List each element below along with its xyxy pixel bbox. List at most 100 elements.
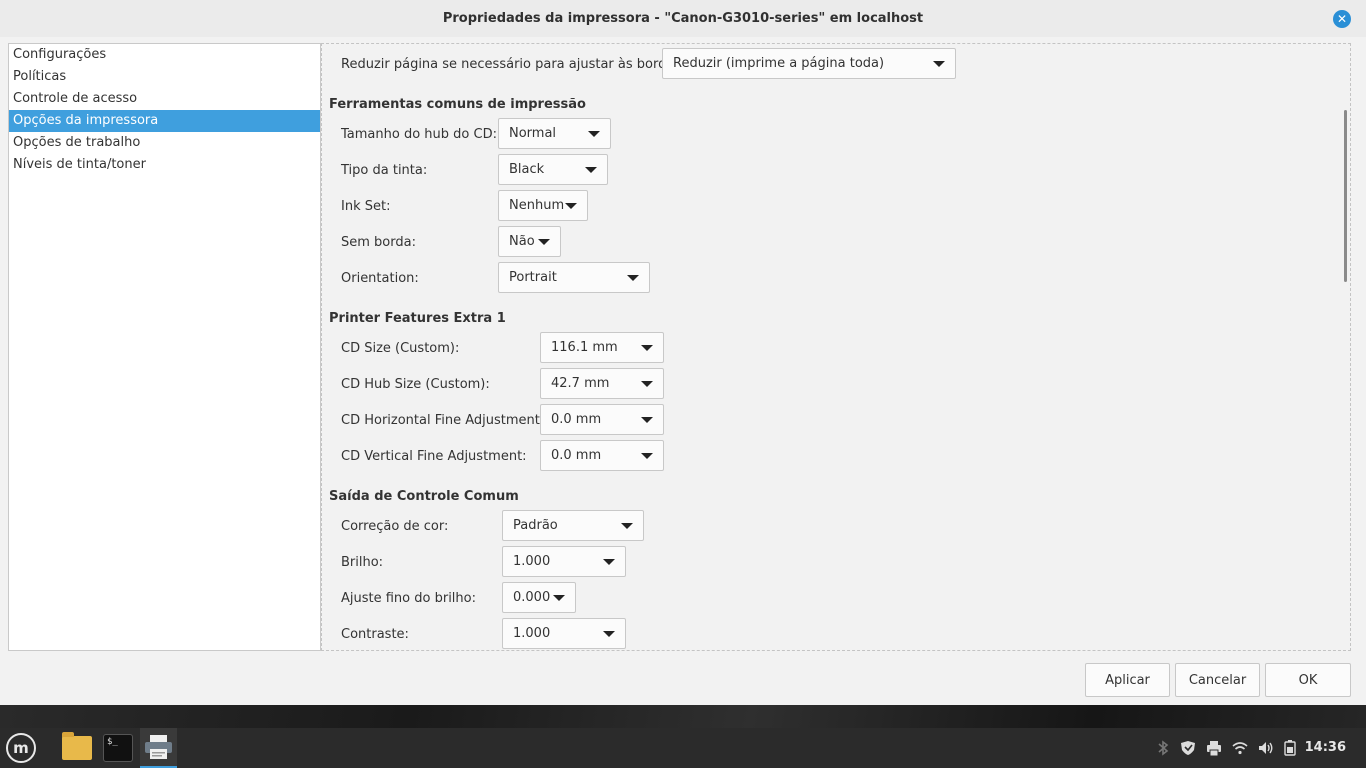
- taskbar: m $_ 14:36: [0, 728, 1366, 768]
- sidebar-item-settings[interactable]: Configurações: [9, 44, 320, 66]
- reduce-page-label: Reduzir página se necessário para ajusta…: [341, 56, 686, 72]
- cd-hub-value: Normal: [509, 126, 557, 141]
- cd-hub-size-label: CD Hub Size (Custom):: [341, 376, 490, 392]
- brightness-fine-row: Ajuste fino do brilho:: [341, 582, 476, 614]
- system-tray: [1156, 728, 1306, 768]
- chevron-down-icon: [565, 203, 577, 209]
- borderless-row: Sem borda:: [341, 226, 416, 258]
- ink-set-dropdown[interactable]: Nenhum: [498, 190, 588, 221]
- chevron-down-icon: [933, 61, 945, 67]
- battery-icon[interactable]: [1284, 740, 1296, 756]
- ink-set-label: Ink Set:: [341, 198, 391, 214]
- cd-size-value: 116.1 mm: [551, 340, 618, 355]
- brightness-fine-value: 0.000: [513, 590, 551, 605]
- ink-set-row: Ink Set:: [341, 190, 390, 222]
- clock[interactable]: 14:36: [1305, 728, 1346, 768]
- printer-task-button[interactable]: [140, 728, 177, 768]
- ok-button[interactable]: OK: [1265, 663, 1351, 697]
- cd-horizontal-adjust-label: CD Horizontal Fine Adjustment:: [341, 412, 545, 428]
- contrast-value: 1.000: [513, 626, 551, 641]
- vertical-scrollbar[interactable]: [1344, 110, 1347, 282]
- cd-hub-row: Tamanho do hub do CD:: [341, 118, 497, 150]
- chevron-down-icon: [641, 453, 653, 459]
- title-bar[interactable]: Propriedades da impressora - "Canon-G301…: [0, 0, 1366, 37]
- ink-type-dropdown[interactable]: Black: [498, 154, 608, 185]
- cd-size-label: CD Size (Custom):: [341, 340, 460, 356]
- brightness-fine-label: Ajuste fino do brilho:: [341, 590, 476, 606]
- section-common-tools: Ferramentas comuns de impressão: [329, 97, 586, 112]
- orientation-dropdown[interactable]: Portrait: [498, 262, 650, 293]
- chevron-down-icon: [641, 345, 653, 351]
- brightness-label: Brilho:: [341, 554, 384, 570]
- brightness-dropdown[interactable]: 1.000: [502, 546, 626, 577]
- section-printer-features-extra: Printer Features Extra 1: [329, 311, 506, 326]
- cancel-button[interactable]: Cancelar: [1175, 663, 1260, 697]
- brightness-value: 1.000: [513, 554, 551, 569]
- cd-hub-size-dropdown[interactable]: 42.7 mm: [540, 368, 664, 399]
- printer-properties-window: Propriedades da impressora - "Canon-G301…: [0, 0, 1366, 705]
- printer-tray-icon[interactable]: [1206, 740, 1222, 756]
- cd-vertical-adjust-dropdown[interactable]: 0.0 mm: [540, 440, 664, 471]
- sidebar-item-job-options[interactable]: Opções de trabalho: [9, 132, 320, 154]
- shield-icon[interactable]: [1180, 740, 1196, 756]
- ink-type-value: Black: [509, 162, 545, 177]
- contrast-dropdown[interactable]: 1.000: [502, 618, 626, 649]
- contrast-row: Contraste:: [341, 618, 409, 650]
- contrast-label: Contraste:: [341, 626, 409, 642]
- chevron-down-icon: [588, 131, 600, 137]
- color-correction-row: Correção de cor:: [341, 510, 448, 542]
- wifi-icon[interactable]: [1232, 741, 1248, 755]
- sidebar-item-ink-levels[interactable]: Níveis de tinta/toner: [9, 154, 320, 176]
- cd-size-row: CD Size (Custom):: [341, 332, 459, 364]
- ink-type-label: Tipo da tinta:: [341, 162, 428, 178]
- chevron-down-icon: [641, 417, 653, 423]
- ink-set-value: Nenhum: [509, 198, 565, 213]
- borderless-value: Não: [509, 234, 535, 249]
- orientation-value: Portrait: [509, 270, 557, 285]
- cd-vertical-adjust-label: CD Vertical Fine Adjustment:: [341, 448, 527, 464]
- menu-logo-icon[interactable]: m: [6, 733, 36, 763]
- cd-vertical-adjust-row: CD Vertical Fine Adjustment:: [341, 440, 527, 472]
- close-icon[interactable]: ✕: [1333, 10, 1351, 28]
- color-correction-value: Padrão: [513, 518, 558, 533]
- printer-icon: [145, 735, 172, 759]
- brightness-fine-dropdown[interactable]: 0.000: [502, 582, 576, 613]
- chevron-down-icon: [585, 167, 597, 173]
- ink-type-row: Tipo da tinta:: [341, 154, 427, 186]
- chevron-down-icon: [603, 559, 615, 565]
- bluetooth-icon[interactable]: [1156, 740, 1170, 756]
- orientation-row: Orientation:: [341, 262, 419, 294]
- cd-size-dropdown[interactable]: 116.1 mm: [540, 332, 664, 363]
- color-correction-label: Correção de cor:: [341, 518, 449, 534]
- color-correction-dropdown[interactable]: Padrão: [502, 510, 644, 541]
- borderless-label: Sem borda:: [341, 234, 416, 250]
- terminal-icon[interactable]: $_: [103, 734, 133, 762]
- chevron-down-icon: [627, 275, 639, 281]
- cd-horizontal-adjust-value: 0.0 mm: [551, 412, 602, 427]
- cd-vertical-adjust-value: 0.0 mm: [551, 448, 602, 463]
- brightness-row: Brilho:: [341, 546, 383, 578]
- apply-button[interactable]: Aplicar: [1085, 663, 1170, 697]
- borderless-dropdown[interactable]: Não: [498, 226, 561, 257]
- sidebar-item-policies[interactable]: Políticas: [9, 66, 320, 88]
- cd-hub-dropdown[interactable]: Normal: [498, 118, 611, 149]
- sidebar-item-access-control[interactable]: Controle de acesso: [9, 88, 320, 110]
- chevron-down-icon: [553, 595, 565, 601]
- file-manager-icon[interactable]: [62, 732, 92, 760]
- cd-horizontal-adjust-row: CD Horizontal Fine Adjustment:: [341, 404, 544, 436]
- chevron-down-icon: [621, 523, 633, 529]
- cd-hub-size-row: CD Hub Size (Custom):: [341, 368, 490, 400]
- reduce-page-dropdown[interactable]: Reduzir (imprime a página toda): [662, 48, 956, 79]
- cd-hub-size-value: 42.7 mm: [551, 376, 610, 391]
- desktop-wallpaper: [0, 704, 1366, 728]
- reduce-page-value: Reduzir (imprime a página toda): [673, 56, 885, 71]
- section-common-output-control: Saída de Controle Comum: [329, 489, 519, 504]
- volume-icon[interactable]: [1258, 741, 1274, 755]
- reduce-page-row: Reduzir página se necessário para ajusta…: [341, 48, 685, 80]
- chevron-down-icon: [603, 631, 615, 637]
- cd-hub-label: Tamanho do hub do CD:: [341, 126, 497, 142]
- sidebar-item-printer-options[interactable]: Opções da impressora: [9, 110, 320, 132]
- sidebar: Configurações Políticas Controle de aces…: [8, 43, 321, 651]
- cd-horizontal-adjust-dropdown[interactable]: 0.0 mm: [540, 404, 664, 435]
- orientation-label: Orientation:: [341, 270, 419, 286]
